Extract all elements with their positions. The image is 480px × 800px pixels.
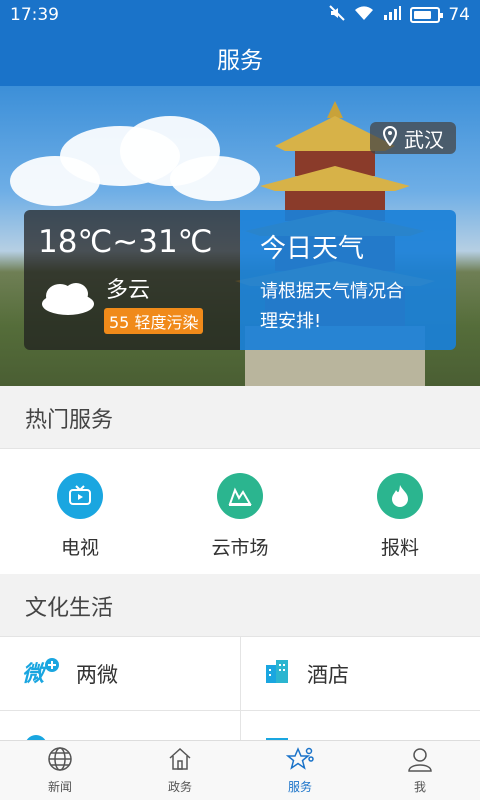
location-pin-icon <box>382 125 398 151</box>
battery-percent: 74 <box>448 5 470 25</box>
user-icon <box>407 746 433 775</box>
hotel-icon <box>263 657 291 690</box>
culture-item-partial-2[interactable] <box>240 711 480 740</box>
temperature-range: 18℃~31℃ <box>38 224 213 260</box>
mute-icon <box>328 4 346 27</box>
hot-services-grid: 电视 云市场 报料 <box>0 448 480 574</box>
culture-item-liangwei-label: 两微 <box>76 662 118 687</box>
battery-icon <box>410 7 444 23</box>
svg-text:微: 微 <box>22 662 48 685</box>
tv-icon <box>57 473 103 519</box>
wifi-icon <box>354 5 374 26</box>
air-quality-badge: 55 轻度污染 <box>104 308 204 334</box>
tab-service[interactable]: 服务 <box>240 741 360 800</box>
culture-item-liangwei[interactable]: 微 两微 <box>0 637 240 711</box>
tab-me[interactable]: 我 <box>360 741 480 800</box>
book-icon <box>263 732 291 740</box>
status-bar: 17:39 74 <box>0 0 480 30</box>
today-weather-title: 今日天气 <box>260 234 365 264</box>
location-selector[interactable]: 武汉 <box>370 122 456 154</box>
location-label: 武汉 <box>404 127 444 152</box>
tab-government[interactable]: 政务 <box>120 741 240 800</box>
tab-government-label: 政务 <box>167 780 192 794</box>
bottom-tab-bar: 新闻 政务 服务 我 <box>0 740 480 800</box>
tab-news[interactable]: 新闻 <box>0 741 120 800</box>
star-service-icon <box>285 746 314 775</box>
today-weather-line1: 请根据天气情况合 <box>260 281 404 302</box>
weibo-weixin-icon: 微 <box>22 657 60 690</box>
weather-banner[interactable]: 武汉 18℃~31℃ 多云 55 轻度污染 今日天气 请根据天气情况合 理安排! <box>0 86 480 386</box>
home-icon <box>167 746 193 775</box>
market-icon <box>217 473 263 519</box>
service-cloud-market[interactable]: 云市场 <box>160 449 320 574</box>
globe-icon <box>47 746 73 775</box>
culture-item-hotel-label: 酒店 <box>307 662 349 687</box>
flame-icon <box>377 473 423 519</box>
culture-item-partial-1[interactable] <box>0 711 240 740</box>
cloudy-icon <box>38 280 98 320</box>
service-report[interactable]: 报料 <box>320 449 480 574</box>
partial-icon <box>22 732 50 740</box>
tab-service-label: 服务 <box>287 780 312 794</box>
tab-me-label: 我 <box>413 780 426 794</box>
service-cloud-market-label: 云市场 <box>211 537 269 559</box>
tab-news-label: 新闻 <box>47 780 72 794</box>
culture-item-hotel[interactable]: 酒店 <box>240 637 480 711</box>
culture-heading: 文化生活 <box>0 576 480 636</box>
weather-summary: 18℃~31℃ 多云 55 轻度污染 <box>24 210 240 350</box>
today-weather-card[interactable]: 今日天气 请根据天气情况合 理安排! <box>240 210 456 350</box>
service-tv[interactable]: 电视 <box>0 449 160 574</box>
signal-icon <box>382 5 402 26</box>
service-report-label: 报料 <box>380 537 419 559</box>
weather-condition: 多云 <box>106 278 151 303</box>
culture-grid: 微 两微 酒店 <box>0 636 480 740</box>
hot-services-heading: 热门服务 <box>0 388 480 448</box>
status-time: 17:39 <box>10 5 59 25</box>
today-weather-line2: 理安排! <box>260 311 322 332</box>
page-title: 服务 <box>0 30 480 86</box>
service-tv-label: 电视 <box>60 537 99 559</box>
